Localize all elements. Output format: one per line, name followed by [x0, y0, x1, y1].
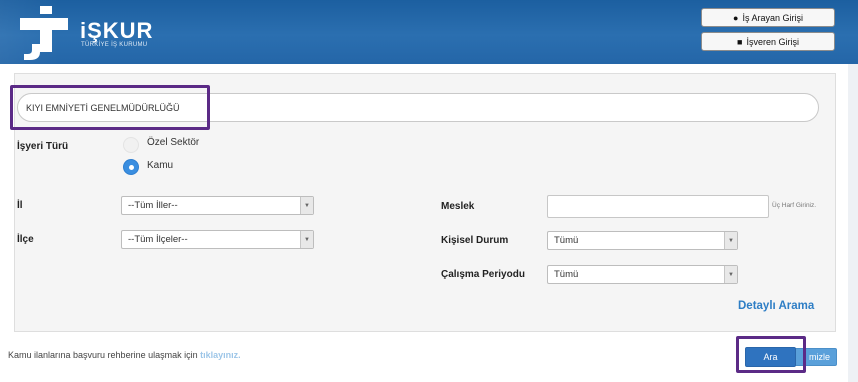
chevron-down-icon: ▼	[300, 231, 313, 248]
site-header: iŞKUR TÜRKİYE İŞ KURUMU ● İş Arayan Giri…	[0, 0, 858, 64]
work-period-label: Çalışma Periyodu	[441, 269, 525, 280]
right-scroll-strip	[848, 64, 858, 382]
occupation-input[interactable]	[547, 195, 769, 218]
occupation-label: Meslek	[441, 201, 475, 212]
radio-private-sector-label: Özel Sektör	[147, 137, 200, 148]
workplace-type-label: İşyeri Türü	[17, 141, 69, 152]
job-seeker-login-button[interactable]: ● İş Arayan Girişi	[701, 8, 835, 27]
work-period-select[interactable]: Tümü ▼	[547, 265, 738, 284]
company-highlight-box	[10, 85, 210, 130]
employer-login-label: İşveren Girişi	[746, 36, 799, 47]
personal-status-label: Kişisel Durum	[441, 235, 509, 246]
search-highlight-box	[736, 336, 806, 373]
employer-login-button[interactable]: ■ İşveren Girişi	[701, 32, 835, 51]
detailed-search-link[interactable]: Detaylı Arama	[738, 300, 814, 312]
footer-note-text: Kamu ilanlarına başvuru rehberine ulaşma…	[8, 350, 198, 360]
personal-status-value: Tümü	[554, 235, 579, 246]
province-select-value: --Tüm İller--	[128, 200, 178, 211]
chevron-down-icon: ▼	[724, 232, 737, 249]
province-label: İl	[17, 200, 23, 211]
radio-public-label: Kamu	[147, 160, 174, 171]
job-seeker-login-label: İş Arayan Girişi	[742, 12, 803, 23]
logo-title: iŞKUR	[80, 18, 154, 43]
briefcase-icon: ■	[737, 36, 743, 47]
district-label: İlçe	[17, 234, 34, 245]
logo-subtitle: TÜRKİYE İŞ KURUMU	[81, 42, 148, 48]
chevron-down-icon: ▼	[300, 197, 313, 214]
personal-status-select[interactable]: Tümü ▼	[547, 231, 738, 250]
iskur-logo-icon[interactable]	[20, 4, 68, 60]
radio-private-sector[interactable]	[123, 137, 139, 153]
footer-note-link[interactable]: tıklayınız.	[200, 350, 241, 360]
district-select[interactable]: --Tüm İlçeler-- ▼	[121, 230, 314, 249]
occupation-hint: Üç Harf Giriniz.	[772, 202, 817, 209]
footer-note: Kamu ilanlarına başvuru rehberine ulaşma…	[8, 350, 241, 360]
radio-public[interactable]	[123, 159, 139, 175]
chevron-down-icon: ▼	[724, 266, 737, 283]
work-period-value: Tümü	[554, 269, 579, 280]
user-icon: ●	[733, 12, 739, 23]
district-select-value: --Tüm İlçeler--	[128, 234, 188, 245]
province-select[interactable]: --Tüm İller-- ▼	[121, 196, 314, 215]
